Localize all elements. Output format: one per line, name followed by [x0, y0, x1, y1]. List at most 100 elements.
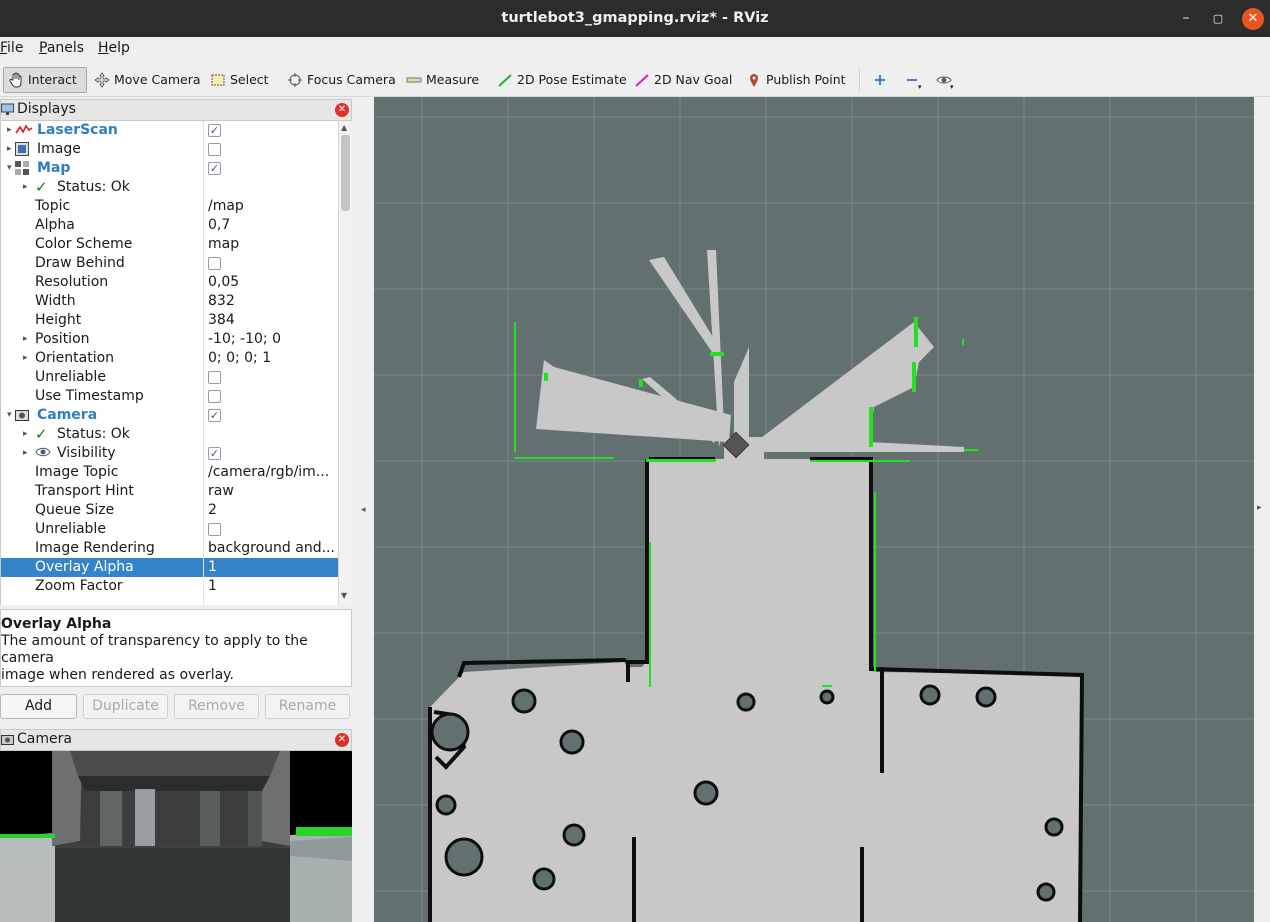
property-value[interactable]: map: [208, 235, 336, 254]
property-name: Color Scheme: [35, 236, 133, 252]
property-checkbox[interactable]: ✓: [208, 124, 221, 137]
add-display-button[interactable]: Add: [0, 694, 77, 719]
property-value[interactable]: 1: [208, 558, 336, 577]
minimize-icon[interactable]: –: [1171, 0, 1201, 37]
display-property-row[interactable]: ▸ Visibility ✓: [1, 444, 338, 463]
property-value[interactable]: 2: [208, 501, 336, 520]
expand-arrow-icon[interactable]: ▸: [7, 140, 12, 159]
display-property-row[interactable]: ▸ ✓ Status: Ok: [1, 178, 338, 197]
display-property-row[interactable]: ▸ ✓ Status: Ok: [1, 425, 338, 444]
displays-scrollbar[interactable]: ▲ ▼: [338, 121, 352, 605]
collapse-right-icon[interactable]: ▸: [1257, 503, 1262, 513]
property-checkbox[interactable]: [208, 523, 221, 536]
remove-tool-button[interactable]: ▾: [900, 67, 926, 93]
map-pin-icon: [750, 74, 758, 87]
measure-tool-button[interactable]: Measure: [402, 67, 483, 93]
move-camera-tool-button[interactable]: Move Camera: [90, 67, 205, 93]
close-panel-icon[interactable]: ✕: [335, 103, 349, 117]
property-value[interactable]: 0,05: [208, 273, 336, 292]
publish-point-tool-button[interactable]: Publish Point: [742, 67, 850, 93]
expand-arrow-icon[interactable]: ▸: [23, 444, 28, 463]
display-property-row[interactable]: Resolution 0,05: [1, 273, 338, 292]
close-panel-icon[interactable]: ✕: [335, 733, 349, 747]
close-window-button[interactable]: ✕: [1238, 0, 1268, 37]
property-name: Unreliable: [35, 521, 106, 537]
scroll-up-icon[interactable]: ▲: [341, 123, 347, 132]
display-property-row[interactable]: Color Scheme map: [1, 235, 338, 254]
collapse-arrow-icon[interactable]: ▾: [7, 406, 12, 425]
interact-tool-button[interactable]: Interact: [3, 67, 87, 93]
visibility-tool-button[interactable]: ▾: [932, 67, 958, 93]
pose-estimate-tool-button[interactable]: 2D Pose Estimate: [493, 67, 631, 93]
property-description: Overlay Alpha The amount of transparency…: [0, 609, 352, 687]
description-line-1: The amount of transparency to apply to t…: [1, 633, 308, 666]
display-property-row[interactable]: Width 832: [1, 292, 338, 311]
display-property-row[interactable]: ▸ Orientation 0; 0; 0; 1: [1, 349, 338, 368]
menu-help[interactable]: Help: [98, 40, 130, 56]
expand-arrow-icon[interactable]: ▸: [7, 121, 12, 140]
magenta-arrow-icon: [635, 74, 649, 87]
display-property-row[interactable]: Unreliable: [1, 368, 338, 387]
collapse-left-icon[interactable]: ◂: [361, 505, 366, 515]
render-viewport[interactable]: [374, 97, 1254, 922]
scrollbar-thumb[interactable]: [341, 135, 350, 211]
property-value[interactable]: /camera/rgb/im...: [208, 463, 336, 482]
duplicate-display-button[interactable]: Duplicate: [83, 694, 168, 719]
property-value[interactable]: background and...: [208, 539, 336, 558]
maximize-icon[interactable]: ▢: [1203, 0, 1233, 37]
display-property-row[interactable]: Transport Hint raw: [1, 482, 338, 501]
green-arrow-icon: [498, 74, 512, 87]
display-property-row[interactable]: Alpha 0,7: [1, 216, 338, 235]
panel-splitter[interactable]: ◂: [356, 99, 374, 922]
property-value[interactable]: 0; 0; 0; 1: [208, 349, 336, 368]
property-value[interactable]: 1: [208, 577, 336, 596]
status-ok-icon: ✓: [35, 178, 48, 196]
select-tool-button[interactable]: Select: [206, 67, 273, 93]
displays-tree: ▸ LaserScan ✓ ▸ Image ▾ Map ✓ ▸ ✓ Status: Ok Topic /…: [0, 121, 338, 605]
property-value[interactable]: /map: [208, 197, 336, 216]
scroll-down-icon[interactable]: ▼: [341, 591, 347, 600]
property-checkbox[interactable]: ✓: [208, 409, 221, 422]
property-checkbox[interactable]: [208, 143, 221, 156]
menu-file[interactable]: File: [0, 40, 23, 56]
property-checkbox[interactable]: [208, 257, 221, 270]
expand-arrow-icon[interactable]: ▸: [23, 349, 28, 368]
column-divider: [203, 121, 204, 605]
expand-arrow-icon[interactable]: ▸: [23, 178, 28, 197]
display-property-row[interactable]: ▾ Camera ✓: [1, 406, 338, 425]
expand-arrow-icon[interactable]: ▸: [23, 425, 28, 444]
display-property-row[interactable]: Use Timestamp: [1, 387, 338, 406]
display-property-row[interactable]: Queue Size 2: [1, 501, 338, 520]
property-value[interactable]: 832: [208, 292, 336, 311]
rename-display-button[interactable]: Rename: [265, 694, 350, 719]
display-property-row[interactable]: Topic/map: [1, 197, 338, 216]
display-property-row[interactable]: Draw Behind: [1, 254, 338, 273]
display-property-row[interactable]: Unreliable: [1, 520, 338, 539]
property-checkbox[interactable]: ✓: [208, 447, 221, 460]
property-value[interactable]: 0,7: [208, 216, 336, 235]
display-property-row[interactable]: Zoom Factor 1: [1, 577, 338, 596]
display-property-row[interactable]: ▸ Image: [1, 140, 338, 159]
remove-display-button[interactable]: Remove: [174, 694, 259, 719]
focus-camera-tool-button[interactable]: Focus Camera: [283, 67, 400, 93]
display-property-row[interactable]: Image Topic/camera/rgb/im...: [1, 463, 338, 482]
add-tool-button[interactable]: [868, 67, 892, 93]
property-value[interactable]: -10; -10; 0: [208, 330, 336, 349]
property-checkbox[interactable]: [208, 371, 221, 384]
display-property-row[interactable]: ▸ LaserScan ✓: [1, 121, 338, 140]
property-checkbox[interactable]: ✓: [208, 162, 221, 175]
display-property-row[interactable]: Overlay Alpha 1: [1, 558, 338, 577]
display-property-row[interactable]: ▾ Map ✓: [1, 159, 338, 178]
menu-panels[interactable]: Panels: [39, 40, 84, 56]
property-checkbox[interactable]: [208, 390, 221, 403]
collapse-arrow-icon[interactable]: ▾: [7, 159, 12, 178]
nav-goal-tool-button[interactable]: 2D Nav Goal: [630, 67, 736, 93]
expand-arrow-icon[interactable]: ▸: [23, 330, 28, 349]
occupancy-map[interactable]: [374, 97, 1254, 922]
property-value[interactable]: 384: [208, 311, 336, 330]
display-property-row[interactable]: ▸ Position -10; -10; 0: [1, 330, 338, 349]
display-property-row[interactable]: Height 384: [1, 311, 338, 330]
display-property-row[interactable]: Image Rendering background and...: [1, 539, 338, 558]
right-panel-splitter[interactable]: ▸: [1254, 97, 1270, 922]
property-value[interactable]: raw: [208, 482, 336, 501]
